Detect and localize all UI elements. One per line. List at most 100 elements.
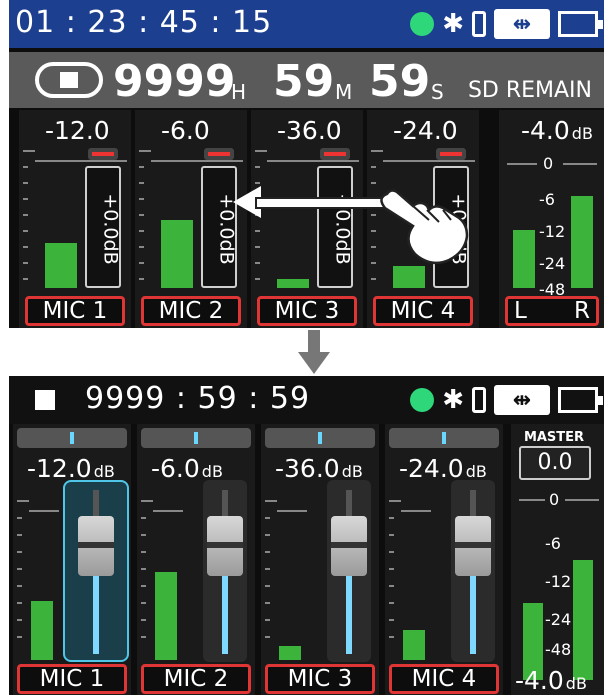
master-scale-label: -6 — [545, 534, 561, 553]
channel-level-value: -12.0 — [45, 116, 110, 145]
master-scale-label: -24 — [545, 610, 572, 629]
zero-line — [519, 499, 545, 501]
zero-line — [401, 510, 431, 512]
channel-name[interactable]: MIC 2 — [141, 296, 241, 326]
scale-tick — [141, 585, 146, 587]
zero-line — [507, 163, 537, 165]
channel-name[interactable]: MIC 4 — [373, 296, 473, 326]
scale-tick — [23, 166, 28, 168]
scale-tick — [389, 602, 394, 604]
fader-handle[interactable] — [88, 148, 118, 160]
scale-tick — [23, 198, 28, 200]
status-bar: 01 : 23 : 45 : 15 ✱ ⇹ — [9, 0, 604, 48]
channel-level-value: -6.0 — [161, 116, 210, 145]
scale-tick — [139, 150, 151, 152]
scale-tick — [141, 619, 146, 621]
channel-level-value: -36.0 — [277, 116, 342, 145]
channel-name[interactable]: MIC 3 — [265, 664, 375, 694]
fader-level-fill — [93, 574, 99, 654]
channel-name[interactable]: MIC 1 — [25, 296, 125, 326]
scale-tick — [17, 619, 22, 621]
scale-tick — [265, 534, 270, 536]
bluetooth-icon: ✱ — [442, 385, 464, 415]
scale-tick — [389, 534, 394, 536]
zero-line — [153, 510, 183, 512]
scale-tick — [17, 500, 29, 502]
usb-icon: ⇹ — [494, 9, 550, 39]
remain-seconds: 59 — [369, 56, 431, 107]
scale-tick — [139, 166, 144, 168]
scale-tick — [141, 500, 153, 502]
fader-handle[interactable] — [204, 148, 234, 160]
scale-tick — [265, 500, 277, 502]
channel-strip: -36.0 +0.0dB MIC 3 — [251, 110, 363, 328]
scale-tick — [17, 636, 22, 638]
stop-icon — [35, 62, 103, 98]
scale-tick — [23, 278, 28, 280]
master-scale-label: -24 — [539, 254, 566, 273]
channel-meter — [277, 279, 309, 288]
fader-handle[interactable] — [436, 148, 466, 160]
scale-tick — [265, 568, 270, 570]
channel-name[interactable]: MIC 1 — [17, 664, 127, 694]
scale-tick — [389, 568, 394, 570]
master-scale-label: 0 — [543, 154, 554, 173]
scale-tick — [141, 551, 146, 553]
usb-icon: ⇹ — [494, 385, 550, 415]
fader-level-fill — [346, 574, 352, 654]
scale-tick — [23, 230, 28, 232]
stop-icon — [35, 390, 55, 410]
scale-tick — [389, 636, 394, 638]
channel-level-value: -36.0 dB — [275, 454, 363, 483]
pan-slider[interactable] — [389, 428, 499, 448]
fader-knob[interactable] — [78, 516, 114, 576]
master-fader-value[interactable]: 0.0 — [519, 446, 591, 480]
scale-tick — [17, 534, 22, 536]
fader-level-fill — [222, 574, 228, 654]
scale-tick — [139, 262, 144, 264]
scale-tick — [139, 214, 144, 216]
channel-meter — [155, 572, 177, 660]
fader-level-fill — [470, 574, 476, 654]
scale-tick — [255, 166, 260, 168]
pan-slider[interactable] — [17, 428, 127, 448]
scale-tick — [255, 230, 260, 232]
master-level-value: -4.0 dB — [521, 116, 593, 145]
battery-icon — [558, 11, 603, 37]
zero-line — [267, 160, 359, 162]
channel-strip: -12.0 +0.0dB MIC 1 — [19, 110, 131, 328]
mixer-channel-strip: -36.0 dB MIC 3 — [261, 424, 379, 695]
channel-meter — [45, 243, 77, 288]
fader-handle[interactable] — [320, 148, 350, 160]
channel-name[interactable]: MIC 4 — [389, 664, 499, 694]
fader-knob[interactable] — [331, 516, 367, 576]
channel-name[interactable]: MIC 3 — [257, 296, 357, 326]
remain-minutes: 59 — [273, 56, 335, 107]
status-icons: ✱ ⇹ — [410, 8, 603, 40]
scale-tick — [17, 551, 22, 553]
scale-tick — [17, 517, 22, 519]
channel-strip: -6.0 +0.0dB MIC 2 — [135, 110, 247, 328]
fader-knob[interactable] — [207, 516, 243, 576]
scale-tick — [265, 602, 270, 604]
swipe-arrow-line — [255, 197, 389, 209]
scale-tick — [255, 262, 260, 264]
scale-tick — [141, 534, 146, 536]
master-meter-left — [513, 230, 535, 288]
scale-tick — [265, 585, 270, 587]
gain-value: +0.0dB — [99, 193, 122, 265]
channel-name[interactable]: MIC 2 — [141, 664, 251, 694]
fader-knob[interactable] — [455, 516, 491, 576]
sd-remain-bar: 9999 H 59 M 59 S SD REMAIN — [9, 52, 604, 108]
channel-level-value: -12.0 dB — [27, 454, 115, 483]
scale-tick — [17, 568, 22, 570]
master-scale-label: -48 — [545, 640, 572, 659]
mixer-channel-strip: -12.0 dB MIC 1 — [13, 424, 131, 695]
scale-tick — [265, 636, 270, 638]
pan-slider[interactable] — [141, 428, 251, 448]
zero-line — [35, 160, 127, 162]
master-scale-label: -12 — [545, 572, 572, 591]
scale-tick — [265, 619, 270, 621]
pan-slider[interactable] — [265, 428, 375, 448]
scale-tick — [255, 150, 267, 152]
